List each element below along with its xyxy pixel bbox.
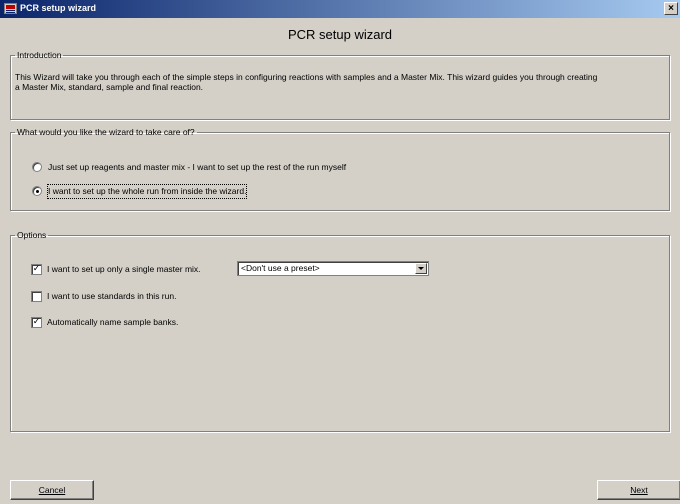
introduction-text-line-2: a Master Mix, standard, sample and final…: [15, 82, 204, 92]
checkbox-use-standards-box[interactable]: [31, 291, 42, 302]
radio-label-reagents-only[interactable]: Just set up reagents and master mix - I …: [48, 161, 346, 174]
introduction-text-line-1: This Wizard will take you through each o…: [15, 72, 598, 82]
checkbox-use-standards-label[interactable]: I want to use standards in this run.: [47, 290, 176, 303]
radio-button-reagents-only[interactable]: [32, 162, 42, 172]
cancel-button[interactable]: Cancel: [10, 480, 94, 500]
scope-legend: What would you like the wizard to take c…: [17, 127, 195, 137]
cancel-button-label: Cancel: [38, 485, 66, 495]
introduction-group: Introduction This Wizard will take you t…: [10, 50, 670, 120]
scope-group: What would you like the wizard to take c…: [10, 127, 670, 211]
options-legend: Options: [17, 230, 47, 240]
checkbox-single-master-mix-label[interactable]: I want to set up only a single master mi…: [47, 263, 201, 276]
preset-dropdown[interactable]: <Don't use a preset>: [237, 261, 429, 276]
window-title: PCR setup wizard: [20, 3, 97, 13]
preset-dropdown-value: <Don't use a preset>: [241, 263, 320, 273]
introduction-legend: Introduction: [17, 50, 62, 60]
checkbox-single-master-mix-box[interactable]: ✓: [31, 264, 42, 275]
next-button[interactable]: Next: [597, 480, 680, 500]
close-button[interactable]: ×: [664, 2, 678, 15]
introduction-text: This Wizard will take you through each o…: [15, 72, 670, 92]
checkbox-name-sample-banks-label[interactable]: Automatically name sample banks.: [47, 316, 178, 329]
pcr-app-icon: [4, 3, 17, 14]
next-button-label: Next: [630, 485, 648, 495]
close-icon: ×: [668, 3, 674, 14]
wizard-heading: PCR setup wizard: [287, 27, 393, 42]
radio-label-whole-run[interactable]: I want to set up the whole run from insi…: [46, 184, 248, 199]
checkbox-name-sample-banks-box[interactable]: ✓: [31, 317, 42, 328]
radio-button-whole-run[interactable]: [32, 186, 42, 196]
title-bar: PCR setup wizard ×: [0, 0, 680, 18]
options-group: Options ✓ I want to set up only a single…: [10, 230, 670, 432]
chevron-down-icon[interactable]: [415, 263, 427, 274]
